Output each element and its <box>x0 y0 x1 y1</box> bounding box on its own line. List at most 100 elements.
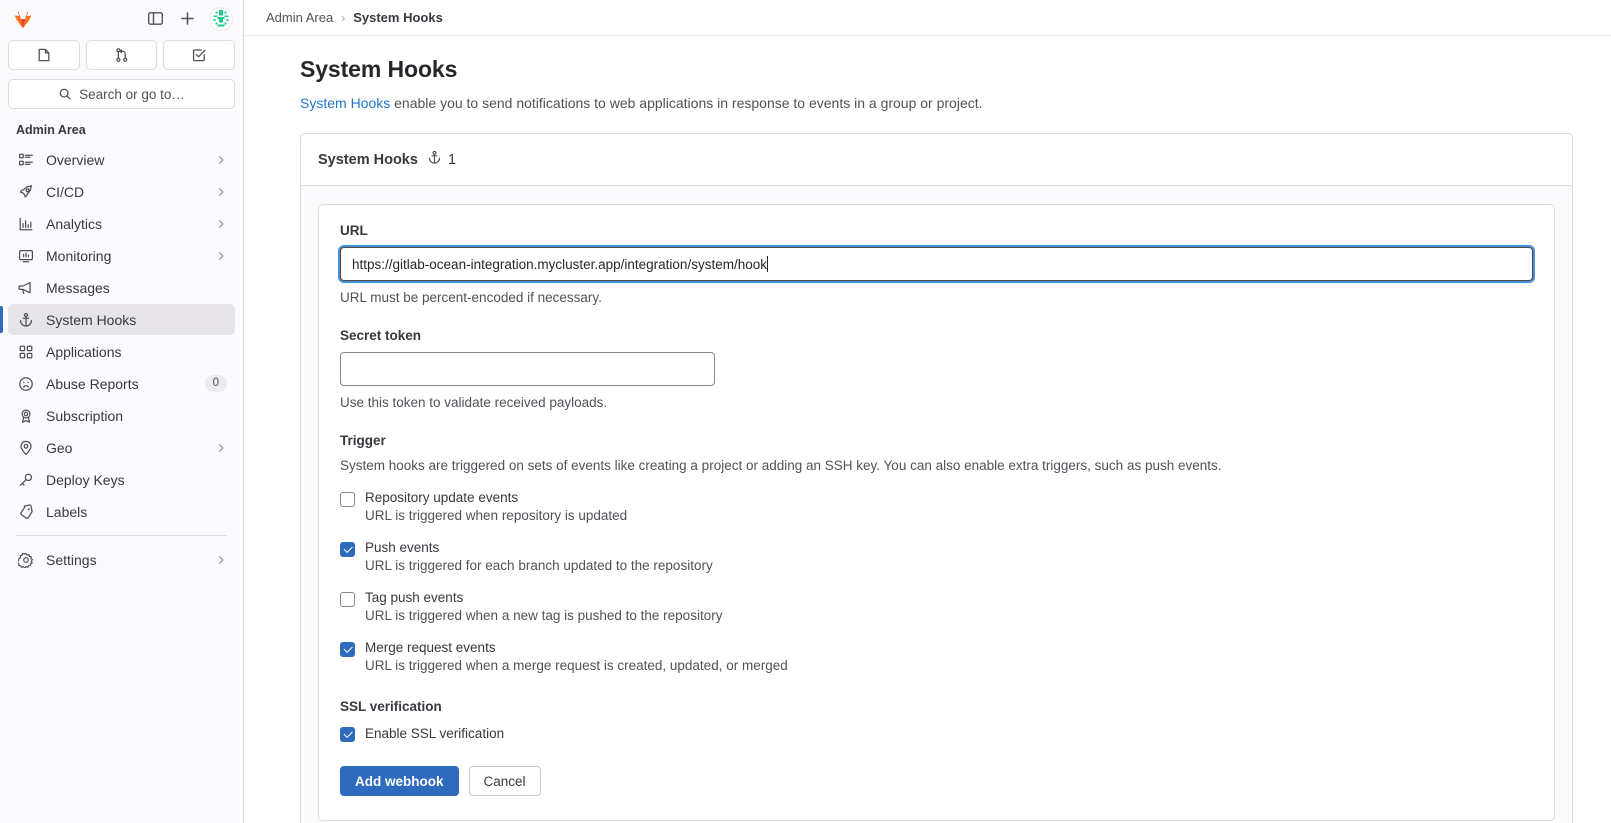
card-hook-count: 1 <box>427 150 456 169</box>
trigger-option-merge-request-events[interactable]: Merge request events URL is triggered wh… <box>340 640 1533 673</box>
trigger-option-push-events[interactable]: Push events URL is triggered for each br… <box>340 540 1533 573</box>
secret-token-label: Secret token <box>340 328 1533 343</box>
sidebar-item-deploy-keys[interactable]: Deploy Keys <box>8 464 235 495</box>
sidebar-item-label: Analytics <box>46 216 203 232</box>
abuse-reports-count-badge: 0 <box>205 375 227 392</box>
sidebar-item-subscription[interactable]: Subscription <box>8 400 235 431</box>
trigger-option-repository-update[interactable]: Repository update events URL is triggere… <box>340 490 1533 523</box>
megaphone-icon <box>18 280 34 296</box>
chart-icon <box>18 216 34 232</box>
sidebar-item-label: Messages <box>46 280 227 296</box>
location-icon <box>18 440 34 456</box>
sidebar-item-label: Monitoring <box>46 248 203 264</box>
chevron-right-icon <box>215 218 227 230</box>
checkbox-description: URL is triggered when a merge request is… <box>365 658 788 673</box>
ssl-verification-label: SSL verification <box>340 699 1533 714</box>
sidebar-item-label: Applications <box>46 344 227 360</box>
overview-icon <box>18 152 34 168</box>
form-actions: Add webhook Cancel <box>340 766 1533 796</box>
hook-count-value: 1 <box>448 152 456 168</box>
sidebar-item-messages[interactable]: Messages <box>8 272 235 303</box>
push-events-checkbox[interactable] <box>340 542 355 557</box>
trigger-label: Trigger <box>340 433 1533 448</box>
sidebar: Search or go to… Admin Area Overview <box>0 0 244 823</box>
monitor-icon <box>18 248 34 264</box>
search-icon <box>58 87 72 101</box>
hook-icon <box>427 150 442 169</box>
url-help-text: URL must be percent-encoded if necessary… <box>340 290 1533 305</box>
key-icon <box>18 472 34 488</box>
card-body: URL https://gitlab-ocean-integration.myc… <box>301 186 1572 823</box>
merge-requests-icon[interactable] <box>86 40 158 70</box>
chevron-right-icon <box>215 154 227 166</box>
sidebar-item-analytics[interactable]: Analytics <box>8 208 235 239</box>
system-hooks-doc-link[interactable]: System Hooks <box>300 95 390 111</box>
secret-token-input[interactable] <box>340 352 715 386</box>
sidebar-item-label: CI/CD <box>46 184 203 200</box>
sidebar-item-system-hooks[interactable]: System Hooks <box>8 304 235 335</box>
toggle-sidebar-icon[interactable] <box>141 5 169 33</box>
url-field-group: URL https://gitlab-ocean-integration.myc… <box>340 223 1533 305</box>
trigger-section: Trigger System hooks are triggered on se… <box>340 433 1533 673</box>
sidebar-item-settings[interactable]: Settings <box>8 544 235 575</box>
license-icon <box>18 408 34 424</box>
checkbox-label: Tag push events <box>365 590 722 605</box>
url-label: URL <box>340 223 1533 238</box>
page-description-text: enable you to send notifications to web … <box>390 95 982 111</box>
sidebar-item-label: Abuse Reports <box>46 376 193 392</box>
todos-icon[interactable] <box>163 40 235 70</box>
sidebar-item-cicd[interactable]: CI/CD <box>8 176 235 207</box>
sidebar-item-label: System Hooks <box>46 312 227 328</box>
checkbox-description: URL is triggered for each branch updated… <box>365 558 713 573</box>
sidebar-item-labels[interactable]: Labels <box>8 496 235 527</box>
repository-update-events-checkbox[interactable] <box>340 492 355 507</box>
enable-ssl-verification-checkbox[interactable] <box>340 727 355 742</box>
sidebar-item-applications[interactable]: Applications <box>8 336 235 367</box>
new-item-icon[interactable] <box>173 5 201 33</box>
chevron-right-icon <box>215 554 227 566</box>
breadcrumb: Admin Area › System Hooks <box>244 0 1611 36</box>
sidebar-nav: Overview CI/CD <box>8 144 235 575</box>
trigger-option-tag-push-events[interactable]: Tag push events URL is triggered when a … <box>340 590 1533 623</box>
system-hooks-card: System Hooks 1 <box>300 133 1573 823</box>
main-content: Admin Area › System Hooks System Hooks S… <box>244 0 1611 823</box>
sidebar-item-abuse-reports[interactable]: Abuse Reports 0 <box>8 368 235 399</box>
chevron-right-icon <box>215 250 227 262</box>
label-icon <box>18 504 34 520</box>
card-header: System Hooks 1 <box>301 134 1572 186</box>
abuse-icon <box>18 376 34 392</box>
merge-request-events-checkbox[interactable] <box>340 642 355 657</box>
text-caret <box>767 256 768 272</box>
checkbox-label: Repository update events <box>365 490 627 505</box>
url-input[interactable]: https://gitlab-ocean-integration.myclust… <box>340 247 1533 281</box>
secret-token-field-group: Secret token Use this token to validate … <box>340 328 1533 410</box>
sidebar-item-label: Subscription <box>46 408 227 424</box>
ssl-verification-row[interactable]: Enable SSL verification <box>340 725 1533 742</box>
sidebar-item-geo[interactable]: Geo <box>8 432 235 463</box>
avatar[interactable] <box>209 7 233 31</box>
quick-actions-row <box>8 40 235 70</box>
hook-icon <box>18 312 34 328</box>
sidebar-item-label: Settings <box>46 552 203 568</box>
sidebar-top-bar <box>8 0 235 37</box>
sidebar-item-overview[interactable]: Overview <box>8 144 235 175</box>
search-placeholder: Search or go to… <box>79 87 185 102</box>
page-title: System Hooks <box>300 56 1573 83</box>
sidebar-item-label: Geo <box>46 440 203 456</box>
breadcrumb-parent[interactable]: Admin Area <box>266 10 333 25</box>
sidebar-section-title: Admin Area <box>8 109 235 144</box>
add-webhook-button[interactable]: Add webhook <box>340 766 459 796</box>
search-input[interactable]: Search or go to… <box>8 79 235 109</box>
applications-icon <box>18 344 34 360</box>
card-title: System Hooks <box>318 152 418 168</box>
ssl-verification-section: SSL verification Enable SSL verification <box>340 699 1533 742</box>
sidebar-item-monitoring[interactable]: Monitoring <box>8 240 235 271</box>
sidebar-item-label: Labels <box>46 504 227 520</box>
chevron-right-icon <box>215 442 227 454</box>
tag-push-events-checkbox[interactable] <box>340 592 355 607</box>
issues-icon[interactable] <box>8 40 80 70</box>
cancel-button[interactable]: Cancel <box>469 766 541 796</box>
page-description: System Hooks enable you to send notifica… <box>300 95 1573 111</box>
sidebar-divider <box>16 535 227 536</box>
gitlab-logo-icon[interactable] <box>10 6 36 32</box>
